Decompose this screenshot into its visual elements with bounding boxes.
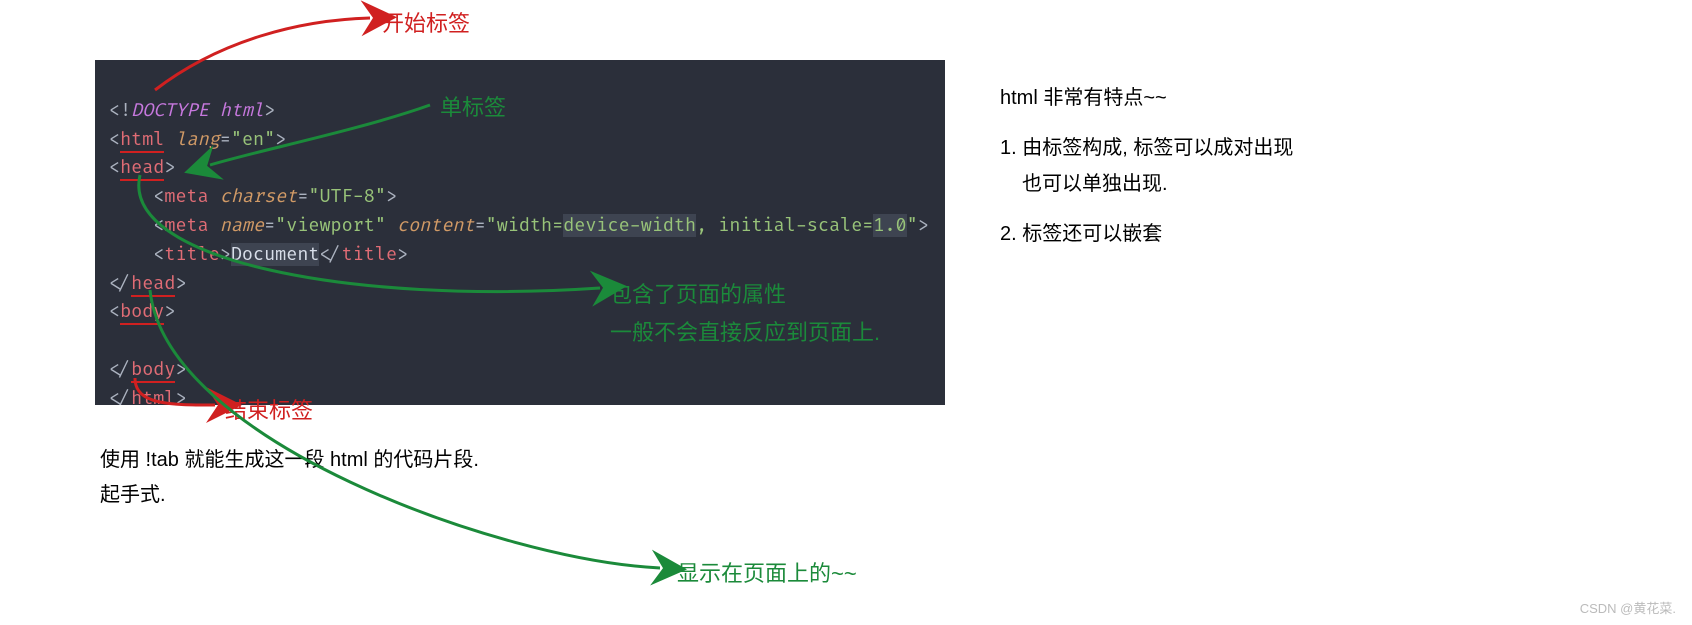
charset-val: UTF-8 [319,185,374,208]
notes-block: html 非常有特点~~ 1. 由标签构成, 标签可以成对出现 也可以单独出现.… [1000,82,1293,268]
annotation-display: 显示在页面上的~~ [677,556,857,588]
html-close-tag: html [131,387,175,405]
content-val-c: , initial-scale= [696,214,873,237]
html-open-tag: html [120,128,164,153]
charset-attr: charset [220,185,298,208]
caption-line2: 起手式. [100,478,166,507]
notes-item1a: 1. 由标签构成, 标签可以成对出现 [1000,132,1293,164]
head-open-tag: head [120,156,164,181]
title-text: Document [231,243,320,266]
caption-line1: 使用 !tab 就能生成这一段 html 的代码片段. [100,443,479,472]
notes-item2: 2. 标签还可以嵌套 [1000,218,1293,250]
content-val-b: device-width [563,214,696,237]
lang-attr: lang [175,128,219,151]
content-val-a: width= [497,214,563,237]
notes-item1b: 也可以单独出现. [1022,168,1293,200]
meta2-tag: meta [164,214,208,237]
notes-heading: html 非常有特点~~ [1000,82,1293,114]
content-attr: content [397,214,475,237]
body-open-tag: body [120,300,164,325]
doctype-kw: DOCTYPE html [131,99,264,122]
meta1-tag: meta [164,185,208,208]
body-close-tag: body [131,358,175,383]
code-block: <!DOCTYPE html> <html lang="en"> <head> … [95,60,945,405]
annotation-start-tag: 开始标签 [382,6,470,38]
lang-val: en [242,128,264,151]
name-attr: name [220,214,264,237]
content-val-d: 1.0 [873,214,906,237]
title-open-tag: title [164,243,219,266]
watermark: CSDN @黄花菜. [1580,598,1676,617]
head-close-tag: head [131,272,175,297]
title-close-tag: title [342,243,397,266]
name-val: viewport [286,214,375,237]
